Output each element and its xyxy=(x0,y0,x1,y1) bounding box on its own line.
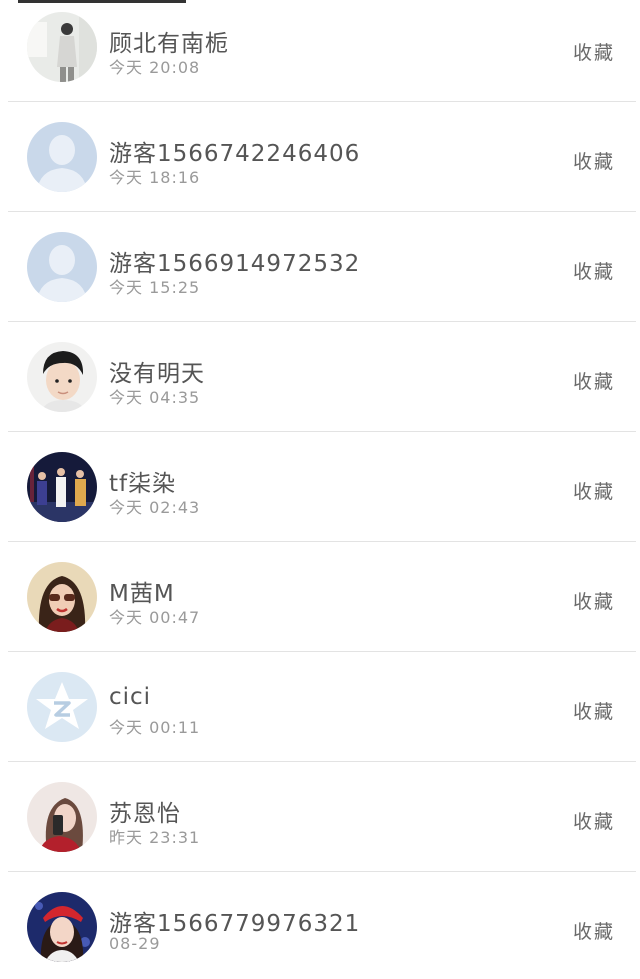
user-name: 苏恩怡 xyxy=(109,801,181,827)
list-item[interactable]: tf柒染 今天 02:43 收藏 xyxy=(0,432,640,542)
user-name: 游客1566779976321 xyxy=(109,911,361,937)
favorites-list: 顾北有南栀 今天 20:08 收藏 游客1566742246406 今天 18:… xyxy=(0,0,640,979)
favorite-button[interactable]: 收藏 xyxy=(573,587,615,614)
timestamp: 今天 00:47 xyxy=(109,608,201,627)
avatar xyxy=(27,452,97,522)
list-item[interactable]: 游客1566742246406 今天 18:16 收藏 xyxy=(0,102,640,212)
favorite-button[interactable]: 收藏 xyxy=(573,257,615,284)
timestamp: 今天 02:43 xyxy=(109,498,201,517)
timestamp: 昨天 23:31 xyxy=(109,828,201,847)
favorite-button[interactable]: 收藏 xyxy=(573,477,615,504)
list-item[interactable]: 游客1566914972532 今天 15:25 收藏 xyxy=(0,212,640,322)
list-item[interactable]: M茜M 今天 00:47 收藏 xyxy=(0,542,640,652)
favorite-button[interactable]: 收藏 xyxy=(573,38,615,65)
favorite-button[interactable]: 收藏 xyxy=(573,697,615,724)
list-item[interactable]: 没有明天 今天 04:35 收藏 xyxy=(0,322,640,432)
avatar xyxy=(27,892,97,962)
favorite-button[interactable]: 收藏 xyxy=(573,807,615,834)
user-name: 游客1566742246406 xyxy=(109,141,361,167)
avatar xyxy=(27,562,97,632)
user-name: 游客1566914972532 xyxy=(109,251,361,277)
timestamp: 今天 04:35 xyxy=(109,388,201,407)
list-item[interactable]: 顾北有南栀 今天 20:08 收藏 xyxy=(0,0,640,102)
favorite-button[interactable]: 收藏 xyxy=(573,147,615,174)
list-item[interactable]: 游客1566779976321 08-29 收藏 xyxy=(0,872,640,979)
avatar xyxy=(27,672,97,742)
user-name: M茜M xyxy=(109,581,175,607)
avatar xyxy=(27,782,97,852)
timestamp: 今天 15:25 xyxy=(109,278,201,297)
favorite-button[interactable]: 收藏 xyxy=(573,917,615,944)
timestamp: 08-29 xyxy=(109,934,161,953)
user-name: cici xyxy=(109,684,152,710)
avatar xyxy=(27,342,97,412)
timestamp: 今天 20:08 xyxy=(109,58,201,77)
user-name: 顾北有南栀 xyxy=(109,31,229,57)
avatar xyxy=(27,12,97,82)
avatar xyxy=(27,122,97,192)
timestamp: 今天 18:16 xyxy=(109,168,201,187)
user-name: 没有明天 xyxy=(109,361,205,387)
list-item[interactable]: 苏恩怡 昨天 23:31 收藏 xyxy=(0,762,640,872)
favorite-button[interactable]: 收藏 xyxy=(573,367,615,394)
avatar xyxy=(27,232,97,302)
list-item[interactable]: cici 今天 00:11 收藏 xyxy=(0,652,640,762)
user-name: tf柒染 xyxy=(109,471,177,497)
timestamp: 今天 00:11 xyxy=(109,718,201,737)
